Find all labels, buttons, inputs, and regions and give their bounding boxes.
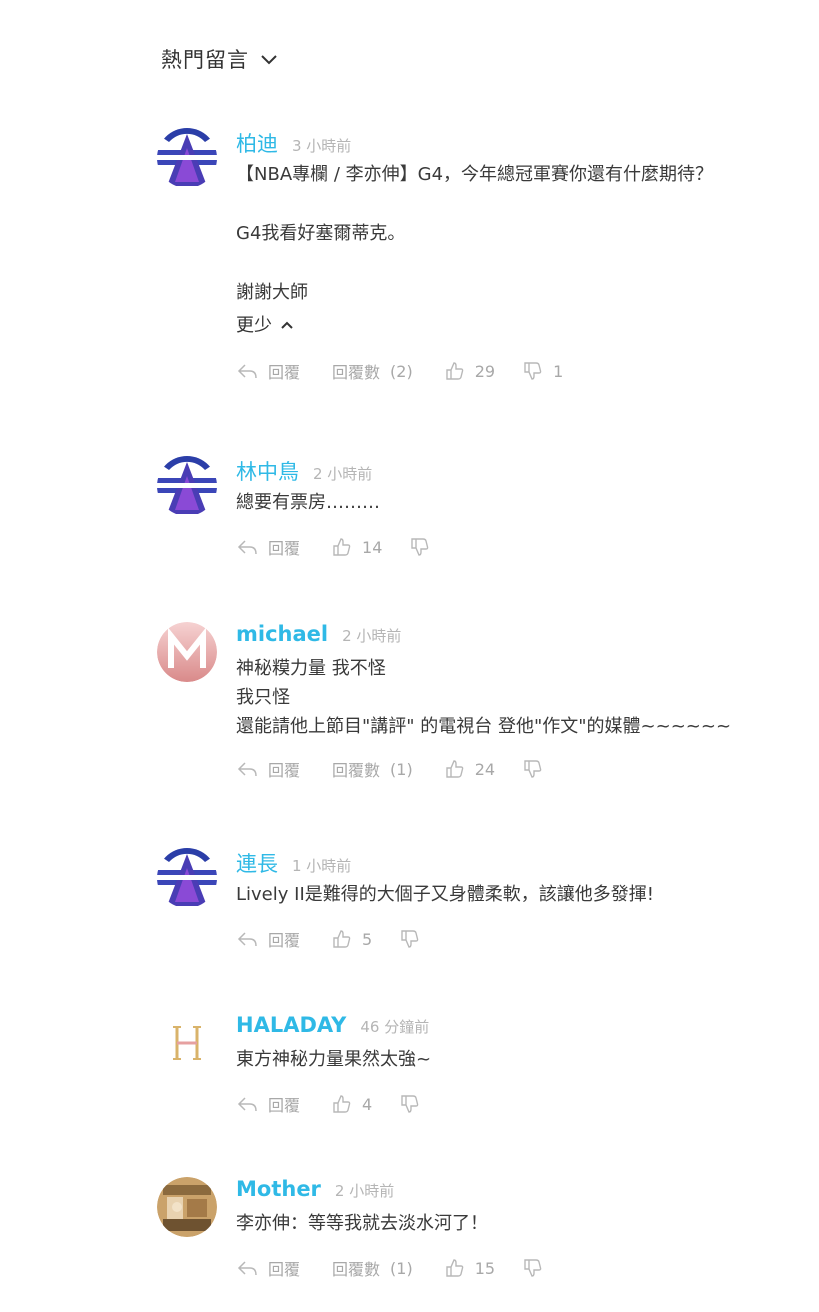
dislike-button[interactable] [400,929,420,949]
comment-text: 神秘糢力量 我不怪 [236,658,386,679]
reply-label: 回覆 [268,539,301,558]
comment-text: G4我看好塞爾蒂克。 [236,223,406,244]
username[interactable]: 柏迪 [236,128,278,158]
like-button[interactable]: 15 [445,1258,495,1278]
dislike-button[interactable]: 1 [523,361,563,381]
thumbs-down-icon [523,1258,543,1278]
reply-button[interactable]: 回覆 [236,535,300,559]
reply-icon [236,538,258,556]
comment-text: 謝謝大師 [236,282,308,303]
reply-label: 回覆 [268,931,301,950]
reply-icon [236,930,258,948]
show-less-button[interactable]: 更少 [236,311,796,337]
replies-count-button[interactable]: 回覆數 (1) [332,757,413,781]
timestamp: 3 小時前 [292,137,352,155]
thumbs-down-icon [400,1094,420,1114]
reply-label: 回覆 [268,1096,301,1115]
thumbs-down-icon [523,361,543,381]
thumbs-up-icon [332,1094,352,1114]
sort-label: 熱門留言 [161,48,249,72]
like-button[interactable]: 5 [332,929,372,949]
thumbs-down-icon [410,537,430,557]
replies-label: 回覆數 [332,1260,381,1279]
comment-text: 還能請他上節目"講評" 的電視台 登他"作文"的媒體~~~~~~ [236,716,732,737]
dislike-button[interactable] [523,759,543,779]
like-count: 29 [474,361,496,381]
thumbs-up-icon [332,537,352,557]
username[interactable]: HALADAY [236,1013,346,1037]
reply-button[interactable]: 回覆 [236,1092,300,1116]
reply-label: 回覆 [268,1260,301,1279]
reply-icon [236,1259,258,1277]
replies-count: (1) [390,759,413,779]
thumbs-down-icon [400,929,420,949]
replies-count: (2) [390,361,413,381]
comment-text: Lively II是難得的大個子又身體柔軟，該讓他多發揮! [236,884,654,905]
chevron-up-icon [280,314,294,335]
replies-count-button[interactable]: 回覆數 (1) [332,1256,413,1280]
avatar[interactable] [157,1177,217,1237]
replies-count-button[interactable]: 回覆數 (2) [332,359,413,383]
thumbs-down-icon [523,759,543,779]
like-count: 4 [362,1094,373,1114]
avatar[interactable] [157,622,217,682]
like-count: 14 [362,537,383,557]
avatar[interactable] [157,128,217,188]
comment-text: 總要有票房……… [236,492,380,513]
replies-label: 回覆數 [332,761,381,780]
reply-label: 回覆 [268,761,301,780]
reply-label: 回覆 [268,363,301,382]
comment-text: 我只怪 [236,687,290,708]
dislike-count: 1 [553,361,564,381]
username[interactable]: michael [236,622,328,646]
thumbs-up-icon [445,1258,465,1278]
like-count: 5 [362,929,373,949]
reply-button[interactable]: 回覆 [236,757,300,781]
reply-button[interactable]: 回覆 [236,359,300,383]
thumbs-up-icon [445,759,465,779]
like-count: 24 [474,759,496,779]
replies-count: (1) [390,1258,413,1278]
comment-text: 東方神秘力量果然太強~ [236,1049,432,1070]
username[interactable]: Mother [236,1177,321,1201]
reply-icon [236,1095,258,1113]
timestamp: 2 小時前 [334,1182,395,1200]
thumbs-up-icon [332,929,352,949]
username[interactable]: 連長 [236,848,278,878]
thumbs-up-icon [445,361,465,381]
timestamp: 2 小時前 [342,627,402,645]
reply-button[interactable]: 回覆 [236,1256,300,1280]
username[interactable]: 林中鳥 [236,456,299,486]
like-button[interactable]: 14 [332,537,382,557]
like-button[interactable]: 4 [332,1094,372,1114]
avatar[interactable] [157,848,217,908]
reply-button[interactable]: 回覆 [236,927,300,951]
timestamp: 1 小時前 [292,857,352,875]
timestamp: 46 分鐘前 [360,1018,430,1036]
dislike-button[interactable] [523,1258,543,1278]
sort-dropdown[interactable]: 熱門留言 [161,44,279,74]
chevron-down-icon [259,52,279,66]
dislike-button[interactable] [410,537,430,557]
avatar[interactable] [157,456,217,516]
reply-icon [236,760,258,778]
replies-label: 回覆數 [332,363,381,382]
avatar[interactable] [157,1013,217,1073]
reply-icon [236,362,258,380]
like-count: 15 [474,1258,496,1278]
comment-text: 【NBA專欄 / 李亦伸】G4，今年總冠軍賽你還有什麼期待？ [236,164,714,185]
timestamp: 2 小時前 [313,465,373,483]
like-button[interactable]: 24 [445,759,495,779]
comment-text: 李亦伸：等等我就去淡水河了！ [236,1213,488,1234]
like-button[interactable]: 29 [445,361,495,381]
show-less-label: 更少 [236,315,272,336]
dislike-button[interactable] [400,1094,420,1114]
